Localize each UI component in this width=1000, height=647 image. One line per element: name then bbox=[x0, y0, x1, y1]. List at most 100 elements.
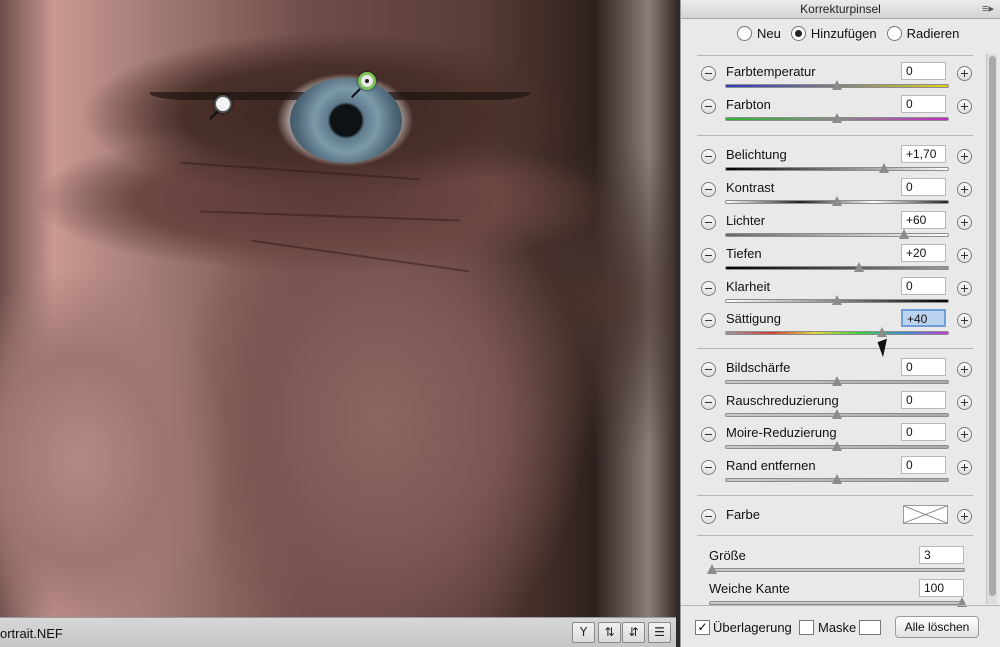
slider-plus-button[interactable] bbox=[957, 99, 972, 114]
slider-minus-button[interactable] bbox=[701, 182, 716, 197]
farbe-label: Farbe bbox=[726, 507, 760, 522]
mode-radio-1[interactable]: Hinzufügen bbox=[790, 26, 877, 41]
slider-value-field[interactable]: 0 bbox=[901, 95, 946, 113]
divider bbox=[697, 348, 973, 349]
brush-pin-inactive[interactable] bbox=[214, 95, 232, 113]
slider-label: Moire-Reduzierung bbox=[726, 425, 837, 440]
slider-plus-button[interactable] bbox=[957, 248, 972, 263]
brush-pin-active[interactable] bbox=[358, 72, 376, 90]
slider-minus-button[interactable] bbox=[701, 281, 716, 296]
slider-thumb[interactable] bbox=[832, 113, 842, 123]
scrollbar-thumb[interactable] bbox=[989, 56, 996, 596]
photo-canvas[interactable] bbox=[0, 0, 676, 617]
slider-value-field[interactable]: 0 bbox=[901, 456, 946, 474]
slider-thumb[interactable] bbox=[832, 80, 842, 90]
mode-label: Radieren bbox=[906, 26, 960, 41]
divider bbox=[697, 495, 973, 496]
slider-thumb[interactable] bbox=[879, 163, 890, 173]
radio-indicator[interactable] bbox=[737, 26, 752, 41]
slider-value-field[interactable]: 0 bbox=[901, 391, 946, 409]
slider-value-field[interactable]: 0 bbox=[901, 277, 946, 295]
overlay-checkbox[interactable]: ✓ bbox=[695, 620, 710, 635]
y-axis-toggle-icon[interactable]: Y bbox=[572, 622, 595, 643]
slider-value-field[interactable]: +60 bbox=[901, 211, 946, 229]
slider-value-field[interactable]: 0 bbox=[901, 62, 946, 80]
slider-track[interactable] bbox=[725, 331, 949, 335]
slider-thumb[interactable] bbox=[832, 295, 842, 305]
brush-slider-track[interactable] bbox=[709, 568, 965, 572]
slider-plus-button[interactable] bbox=[957, 362, 972, 377]
mask-color-swatch[interactable] bbox=[859, 620, 881, 635]
mode-radio-0[interactable]: Neu bbox=[737, 26, 781, 41]
slider-track[interactable] bbox=[725, 167, 949, 171]
radio-indicator[interactable] bbox=[790, 26, 806, 41]
slider-label: Belichtung bbox=[726, 147, 787, 162]
slider-thumb[interactable] bbox=[876, 327, 887, 337]
slider-plus-button[interactable] bbox=[957, 281, 972, 296]
panel-title: Korrekturpinsel ≡▸ bbox=[681, 0, 1000, 19]
mask-checkbox[interactable] bbox=[799, 620, 814, 635]
brush-value-field[interactable]: 100 bbox=[919, 579, 964, 597]
slider-row: Sättigung +40 bbox=[681, 309, 981, 341]
slider-row: Moire-Reduzierung 0 bbox=[681, 423, 981, 455]
slider-thumb[interactable] bbox=[832, 474, 842, 484]
slider-plus-button[interactable] bbox=[957, 395, 972, 410]
slider-minus-button[interactable] bbox=[701, 395, 716, 410]
brush-slider-thumb[interactable] bbox=[706, 564, 717, 574]
slider-plus-button[interactable] bbox=[957, 313, 972, 328]
slider-plus-button[interactable] bbox=[957, 182, 972, 197]
settings-sliders-icon[interactable]: ☰ bbox=[648, 622, 671, 643]
eye-iris bbox=[290, 78, 402, 163]
slider-minus-button[interactable] bbox=[701, 66, 716, 81]
brush-value-field[interactable]: 3 bbox=[919, 546, 964, 564]
farbe-plus-button[interactable] bbox=[957, 509, 972, 524]
color-swatch[interactable] bbox=[903, 505, 948, 524]
slider-value-field[interactable]: +40 bbox=[901, 309, 946, 327]
slider-track[interactable] bbox=[725, 266, 949, 270]
radio-indicator[interactable] bbox=[886, 26, 902, 41]
slider-value-field[interactable]: +20 bbox=[901, 244, 946, 262]
slider-row: Tiefen +20 bbox=[681, 244, 981, 276]
slider-thumb[interactable] bbox=[832, 376, 842, 386]
mode-label: Hinzufügen bbox=[810, 26, 877, 41]
divider bbox=[697, 135, 973, 136]
slider-minus-button[interactable] bbox=[701, 149, 716, 164]
slider-minus-button[interactable] bbox=[701, 248, 716, 263]
mask-label: Maske bbox=[818, 620, 857, 635]
slider-plus-button[interactable] bbox=[957, 460, 972, 475]
slider-minus-button[interactable] bbox=[701, 313, 716, 328]
slider-thumb[interactable] bbox=[832, 441, 842, 451]
slider-value-field[interactable]: 0 bbox=[901, 178, 946, 196]
slider-thumb[interactable] bbox=[854, 262, 865, 272]
slider-plus-button[interactable] bbox=[957, 149, 972, 164]
slider-track[interactable] bbox=[725, 233, 949, 237]
mode-radio-2[interactable]: Radieren bbox=[886, 26, 960, 41]
panel-scrollbar[interactable] bbox=[986, 54, 997, 604]
adjustment-brush-panel: Korrekturpinsel ≡▸ Neu Hinzufügen Radieren… bbox=[680, 0, 1000, 647]
slider-thumb[interactable] bbox=[899, 229, 910, 239]
slider-minus-button[interactable] bbox=[701, 215, 716, 230]
brush-slider-row: Größe 3 bbox=[681, 546, 981, 578]
slider-value-field[interactable]: 0 bbox=[901, 358, 946, 376]
slider-minus-button[interactable] bbox=[701, 460, 716, 475]
brush-slider-label: Weiche Kante bbox=[709, 581, 790, 596]
slider-plus-button[interactable] bbox=[957, 66, 972, 81]
swap-icon[interactable]: ⇅ bbox=[598, 622, 621, 643]
slider-thumb[interactable] bbox=[832, 196, 842, 206]
overlay-label: Überlagerung bbox=[713, 620, 792, 635]
panel-footer: ✓ Überlagerung Maske Alle löschen bbox=[681, 605, 1000, 647]
panel-menu-icon[interactable]: ≡▸ bbox=[982, 0, 994, 19]
clear-all-button[interactable]: Alle löschen bbox=[895, 616, 979, 638]
slider-value-field[interactable]: 0 bbox=[901, 423, 946, 441]
slider-plus-button[interactable] bbox=[957, 427, 972, 442]
farbe-minus-button[interactable] bbox=[701, 509, 716, 524]
skin-wrinkle bbox=[250, 239, 470, 273]
slider-minus-button[interactable] bbox=[701, 427, 716, 442]
slider-plus-button[interactable] bbox=[957, 215, 972, 230]
slider-minus-button[interactable] bbox=[701, 362, 716, 377]
slider-minus-button[interactable] bbox=[701, 99, 716, 114]
panel-title-text: Korrekturpinsel bbox=[800, 2, 881, 16]
slider-thumb[interactable] bbox=[832, 409, 842, 419]
compare-icon[interactable]: ⇵ bbox=[622, 622, 645, 643]
slider-value-field[interactable]: +1,70 bbox=[901, 145, 946, 163]
